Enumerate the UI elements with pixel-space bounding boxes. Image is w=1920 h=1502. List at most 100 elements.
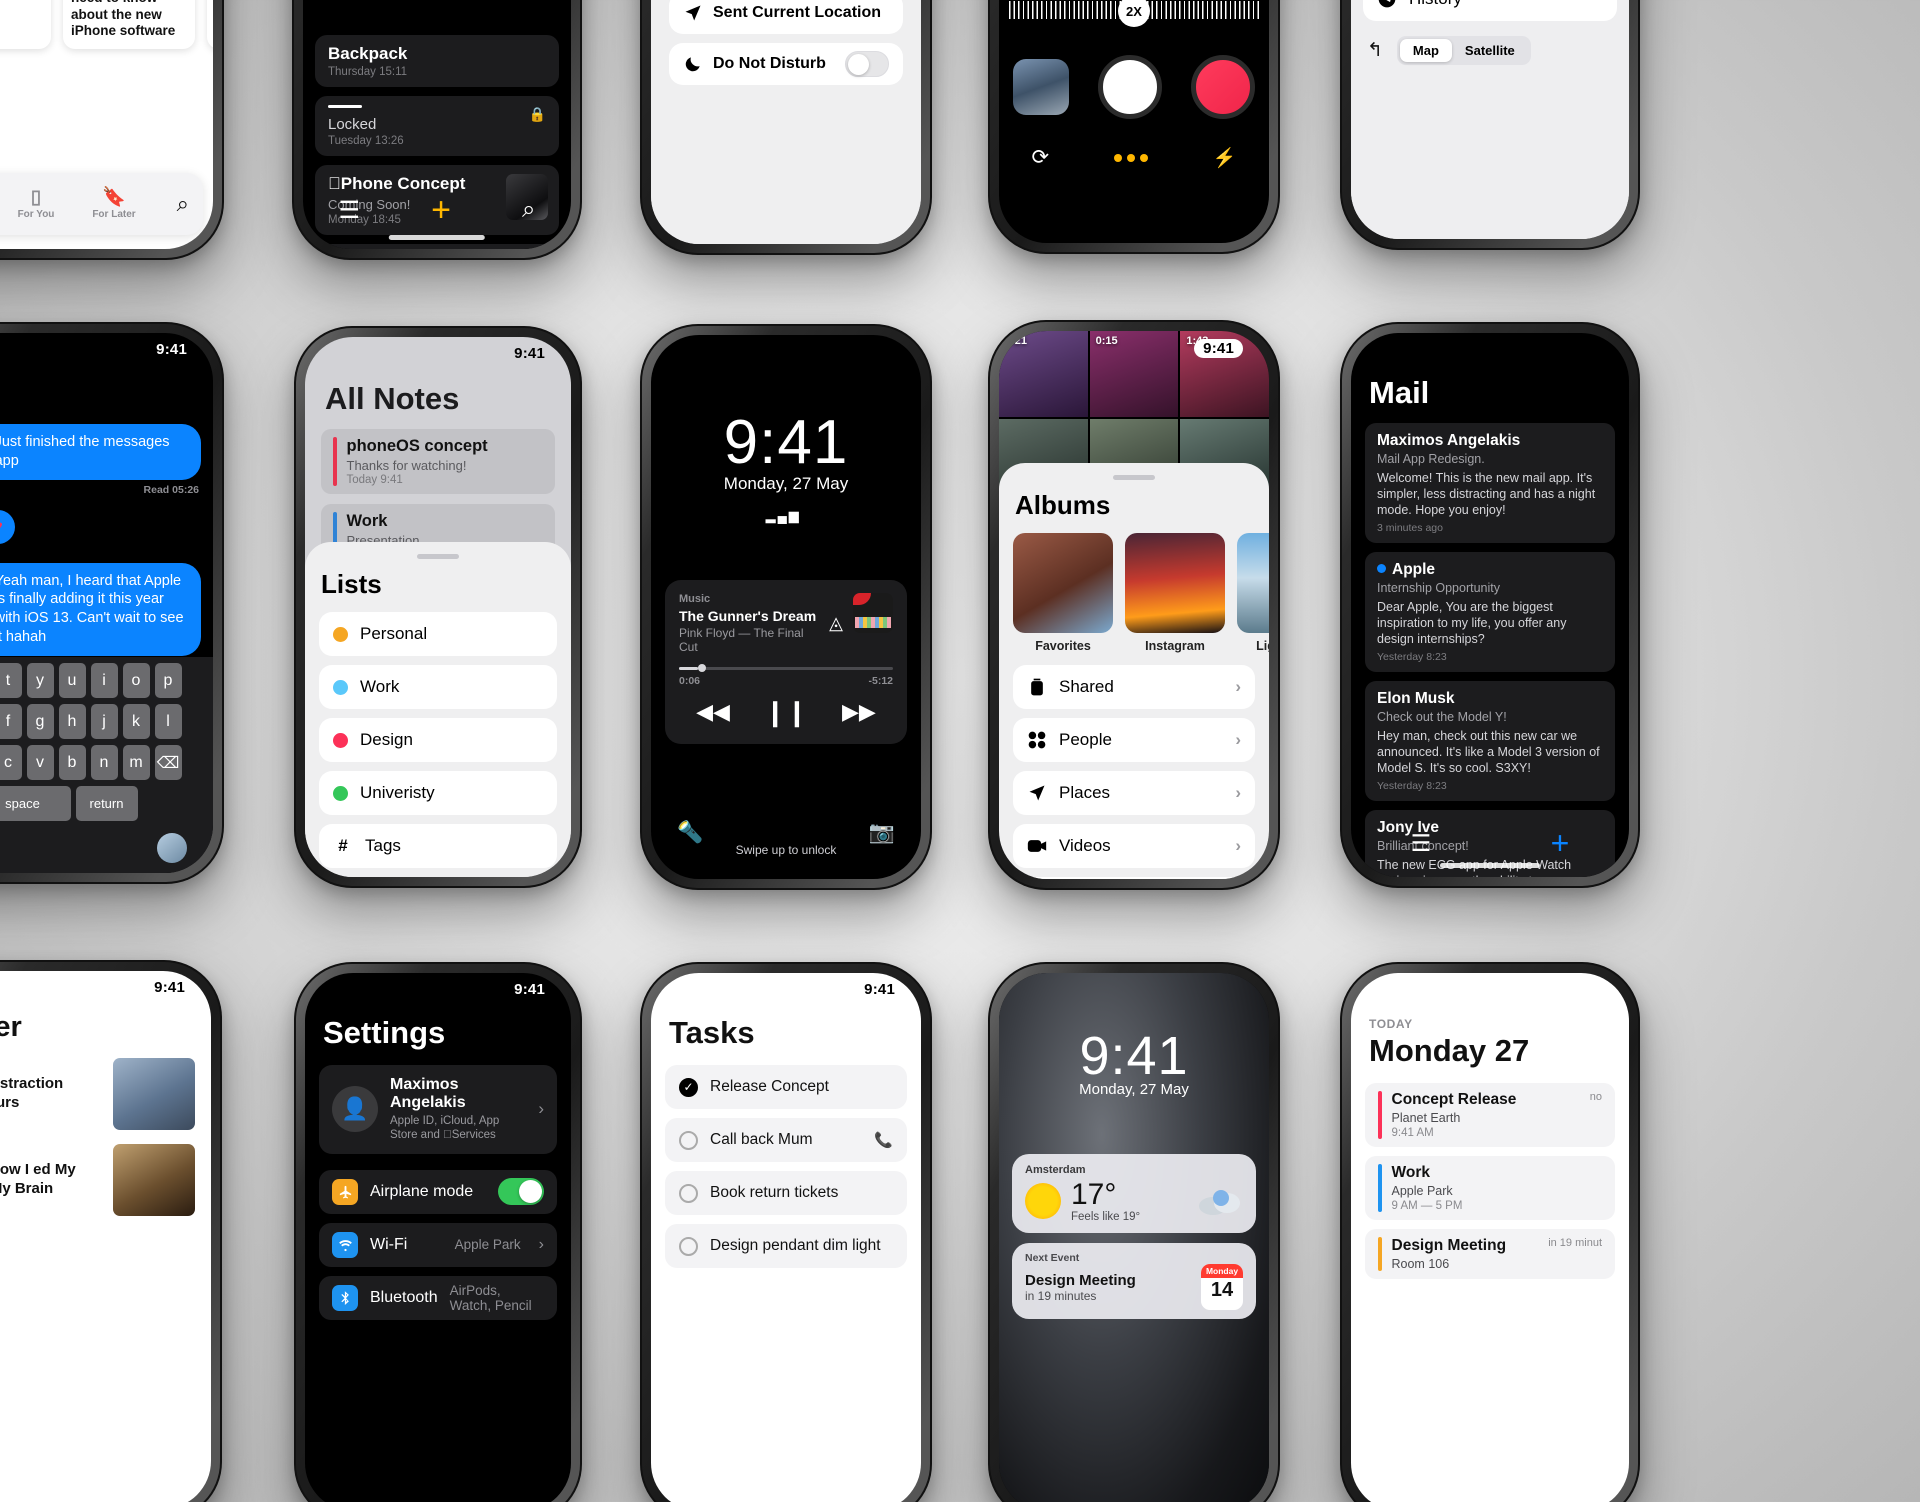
album-row-shared[interactable]: Shared › <box>1013 664 1255 709</box>
news-card[interactable]: INDEPENDENT iOS 13: Everything you need … <box>63 0 195 49</box>
settings-account-row[interactable]: 👤 Maximos Angelakis Apple ID, iCloud, Ap… <box>319 1065 557 1154</box>
album-row-selfies[interactable]: Selfies› <box>1013 876 1255 879</box>
list-item-tags[interactable]: # Tags <box>319 824 557 869</box>
key[interactable]: v <box>26 745 54 780</box>
task-row[interactable]: Call back Mum 📞 <box>665 1118 907 1162</box>
photo-cell[interactable]: 0:15 <box>1089 331 1179 417</box>
note-row[interactable]: Stuff <box>315 244 559 249</box>
search-icon[interactable]: ⌕ <box>177 191 189 217</box>
maps-row-history[interactable]: History <box>1363 0 1617 21</box>
avatar[interactable] <box>157 833 187 863</box>
mail-row[interactable]: Apple Internship Opportunity Dear Apple,… <box>1365 552 1615 672</box>
segment-satellite[interactable]: Satellite <box>1452 39 1528 62</box>
tab-for-you[interactable]: ▯ For You <box>7 188 65 221</box>
note-row[interactable]: 🔒 Locked Tuesday 13:26 <box>315 96 559 156</box>
return-key[interactable]: return <box>75 786 138 821</box>
key[interactable]: y <box>26 663 54 698</box>
news-card[interactable]: NATIONAL GEOGRAPHIC million es at risk o… <box>0 0 51 49</box>
list-item-personal[interactable]: Personal <box>319 612 557 657</box>
article-row[interactable]: NewYork ew Sullivan: straction Sickness … <box>0 1058 211 1144</box>
add-note-button[interactable]: + <box>431 193 451 227</box>
message-bubble-out[interactable]: Just finished the messages app <box>0 424 201 480</box>
task-row[interactable]: Design pendant dim light <box>665 1224 907 1268</box>
message-bubble-out[interactable]: Yeah man, I heard that Apple is finally … <box>0 562 201 656</box>
record-button[interactable] <box>1190 55 1255 119</box>
key[interactable]: m <box>122 745 150 780</box>
shutter-button[interactable] <box>1097 55 1162 119</box>
rewind-icon[interactable]: ◀◀ <box>696 699 730 725</box>
settings-row-wifi[interactable]: Wi-Fi Apple Park › <box>319 1222 557 1267</box>
key[interactable]: g <box>26 704 54 739</box>
last-photo-thumbnail[interactable] <box>1013 59 1070 115</box>
album-card[interactable]: Favorites <box>1013 532 1113 653</box>
camera-flip-icon[interactable]: ⟳ <box>1031 145 1049 170</box>
key[interactable]: n <box>90 745 118 780</box>
sheet-grabber[interactable] <box>417 554 459 560</box>
key[interactable]: k <box>122 704 150 739</box>
task-row[interactable]: ✓ Release Concept <box>665 1065 907 1109</box>
albums-carousel[interactable]: Favorites Instagram Lightroom <box>1013 532 1269 653</box>
key[interactable]: o <box>122 663 150 698</box>
sheet-grabber[interactable] <box>1113 474 1155 480</box>
settings-row-bluetooth[interactable]: Bluetooth AirPods, Watch, Pencil <box>319 1275 557 1320</box>
checkbox-checked[interactable]: ✓ <box>679 1077 698 1097</box>
key[interactable]: t <box>0 663 22 698</box>
compose-button[interactable]: + <box>1551 827 1570 859</box>
calendar-event-row[interactable]: Work Apple Park 9 AM — 5 PM <box>1365 1156 1615 1220</box>
phone-icon[interactable]: 📞 <box>874 1131 893 1149</box>
album-card[interactable]: Instagram <box>1125 532 1225 653</box>
next-event-widget[interactable]: Next Event Design Meeting in 19 minutes … <box>1012 1242 1256 1319</box>
now-playing-widget[interactable]: Music The Gunner's Dream Pink Floyd — Th… <box>665 580 907 744</box>
key[interactable]: b <box>58 745 86 780</box>
checkbox[interactable] <box>679 1236 698 1256</box>
calendar-event-row[interactable]: Design Meeting Room 106 in 19 minut <box>1365 1229 1615 1279</box>
sent-location-row[interactable]: Sent Current Location <box>669 0 903 34</box>
checkbox[interactable] <box>679 1130 698 1150</box>
album-row-places[interactable]: Places › <box>1013 770 1255 815</box>
mail-row[interactable]: Elon Musk Check out the Model Y! Hey man… <box>1365 681 1615 801</box>
photo-cell[interactable]: 7:21 <box>999 331 1088 417</box>
flash-off-icon[interactable]: ⚡ <box>1213 146 1237 170</box>
segment-map[interactable]: Map <box>1399 39 1452 62</box>
airplay-icon[interactable]: ◬ <box>829 613 843 634</box>
weather-widget[interactable]: Amsterdam 17° Feels like 19° <box>1012 1154 1256 1233</box>
note-row[interactable]: phoneOS concept Thanks for watching! Tod… <box>321 429 555 494</box>
space-key[interactable]: space <box>0 786 71 821</box>
news-card[interactable]: ❖ NEWS In G e p <box>207 0 213 49</box>
tab-for-later[interactable]: 🔖 For Later <box>85 188 143 221</box>
list-item-work[interactable]: Work <box>319 665 557 710</box>
list-item-university[interactable]: Univeristy <box>319 771 557 816</box>
key[interactable]: f <box>0 704 22 739</box>
key[interactable]: u <box>58 663 86 698</box>
zoom-current-label[interactable]: 2X <box>1118 0 1150 27</box>
more-dots-icon[interactable] <box>1113 153 1148 162</box>
key[interactable]: i <box>90 663 118 698</box>
airplane-toggle[interactable] <box>498 1178 544 1206</box>
album-row-people[interactable]: People › <box>1013 717 1255 762</box>
list-item-design[interactable]: Design <box>319 718 557 763</box>
calendar-event-row[interactable]: Concept Release Planet Earth 9:41 AM no <box>1365 1083 1615 1147</box>
pause-icon[interactable]: ❙❙ <box>764 697 808 728</box>
key[interactable]: l <box>154 704 182 739</box>
settings-row-airplane[interactable]: Airplane mode <box>319 1169 557 1214</box>
zoom-slider[interactable]: 2X <box>1009 0 1259 27</box>
task-row[interactable]: Book return tickets <box>665 1171 907 1215</box>
article-row[interactable]: New York Times ot Disturb: How I ed My P… <box>0 1144 211 1230</box>
key[interactable]: j <box>90 704 118 739</box>
key[interactable]: h <box>58 704 86 739</box>
key[interactable]: c <box>0 745 22 780</box>
do-not-disturb-toggle[interactable] <box>845 51 889 77</box>
album-card[interactable]: Lightroom <box>1237 532 1269 653</box>
camera-icon[interactable]: 📷 <box>869 821 895 845</box>
menu-icon[interactable]: ☰ <box>1411 830 1432 857</box>
tapback-heart-icon[interactable]: ♥ <box>0 509 16 544</box>
menu-icon[interactable]: ☰ <box>339 196 361 225</box>
do-not-disturb-row[interactable]: Do Not Disturb <box>669 43 903 85</box>
flashlight-icon[interactable]: 🔦 <box>677 821 703 845</box>
delete-key[interactable]: ⌫ <box>154 745 182 780</box>
note-row[interactable]: Backpack Thursday 15:11 <box>315 35 559 87</box>
search-icon[interactable]: ⌕ <box>522 196 535 224</box>
checkbox[interactable] <box>679 1183 698 1203</box>
back-arrow-icon[interactable]: ↰ <box>1367 39 1383 62</box>
key[interactable]: p <box>154 663 182 698</box>
